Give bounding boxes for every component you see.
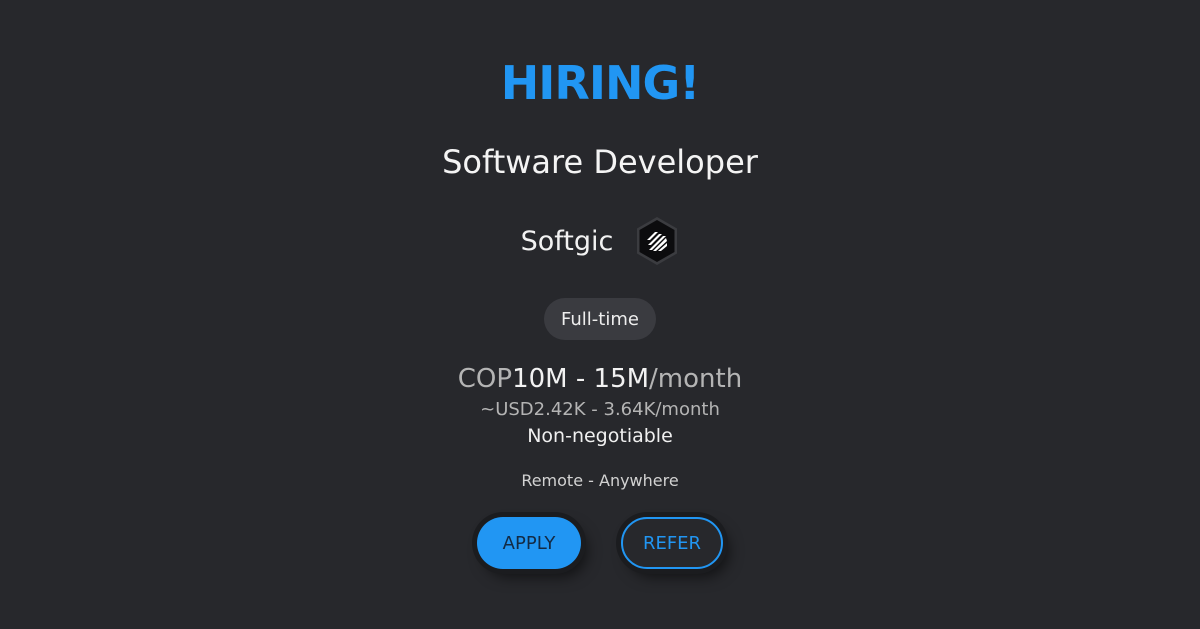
- company-name: Softgic: [520, 225, 614, 257]
- salary-period: /month: [649, 364, 743, 394]
- apply-button[interactable]: APPLY: [477, 517, 581, 569]
- salary-currency: COP: [457, 364, 513, 394]
- company-row: Softgic: [0, 214, 1200, 268]
- job-location: Remote - Anywhere: [521, 471, 679, 490]
- employment-type-badge: Full-time: [544, 298, 656, 340]
- refer-button[interactable]: REFER: [621, 517, 723, 569]
- salary-converted: ~USD2.42K - 3.64K/month: [480, 399, 720, 420]
- salary-amount: 10M - 15M: [512, 364, 650, 394]
- salary-range: COP10M - 15M/month: [0, 364, 1200, 394]
- softgic-logo-icon: [637, 217, 678, 265]
- job-title: Software Developer: [442, 143, 758, 181]
- job-card: HIRING! Software Developer Softgic Full-…: [0, 0, 1200, 629]
- hiring-headline: HIRING!: [500, 56, 700, 110]
- salary-note: Non-negotiable: [527, 425, 673, 447]
